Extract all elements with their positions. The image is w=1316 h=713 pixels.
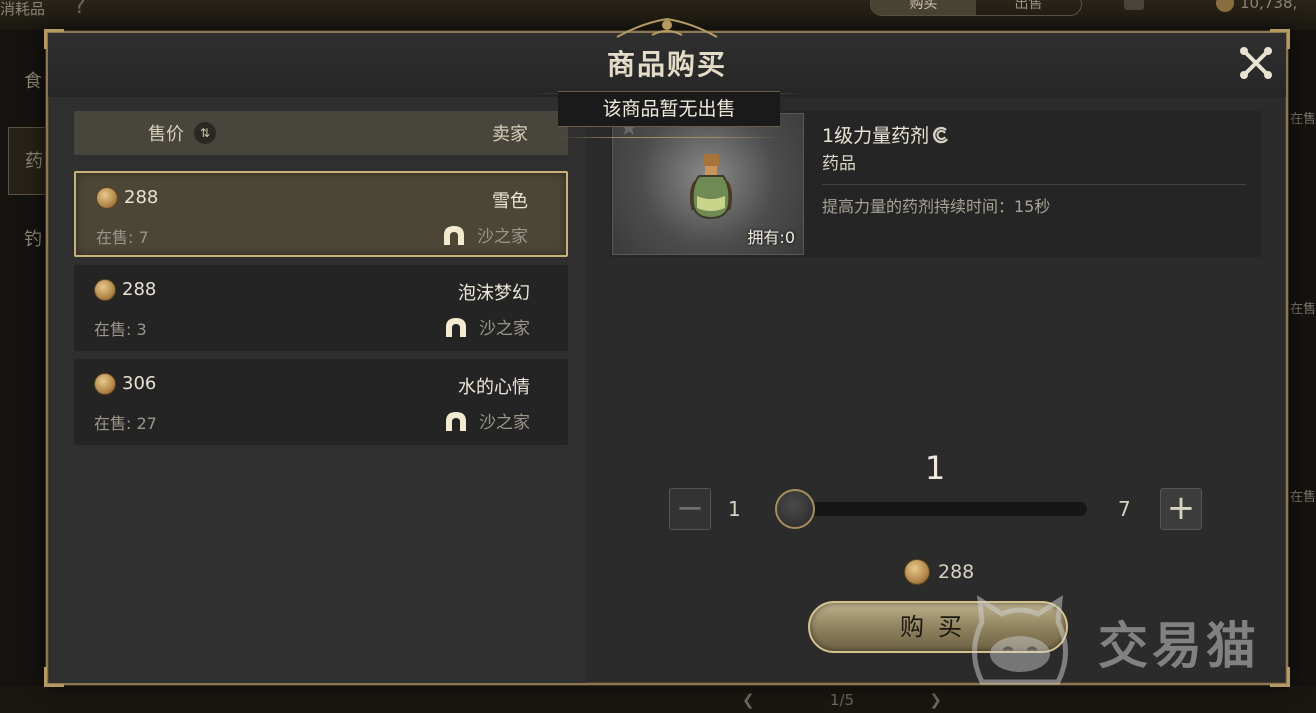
total-price: 288 xyxy=(904,559,974,585)
item-divider xyxy=(822,184,1246,185)
listing-price: 288 xyxy=(124,187,159,208)
listing-seller: 泡沫梦幻 xyxy=(458,283,530,304)
close-button[interactable] xyxy=(1236,43,1276,83)
coin-icon xyxy=(904,559,930,585)
sidebar-item-fishing[interactable]: 钓 xyxy=(8,206,48,274)
increase-quantity-button[interactable]: + xyxy=(1160,488,1202,530)
bg-category-label: 消耗品 xyxy=(0,0,46,18)
guild-emblem-icon xyxy=(444,225,464,245)
guild-name: 沙之家 xyxy=(477,227,528,247)
purchase-dialog: 商品购买 售价 ⇅ 卖家 288 雪色 在售: 7 沙之家 288 泡沫梦幻 在… xyxy=(44,17,1290,687)
item-description: 提高力量的药剂持续时间：15秒 xyxy=(822,197,1051,216)
listing-stock: 在售: 3 xyxy=(94,320,147,339)
sort-arrows-icon: ⇅ xyxy=(194,122,216,144)
listing-stock: 在售: 27 xyxy=(94,414,157,433)
slider-handle[interactable] xyxy=(775,489,815,529)
coin-icon xyxy=(96,187,118,209)
total-price-value: 288 xyxy=(938,561,975,583)
sidebar-item-medicine[interactable]: 药 xyxy=(8,127,48,195)
price-sort-button[interactable]: 售价 ⇅ xyxy=(148,120,216,146)
item-image[interactable]: ★ 拥有:0 xyxy=(612,113,804,255)
tab-buy[interactable]: 购买 xyxy=(871,0,976,15)
listing-stock: 在售: 7 xyxy=(96,228,149,247)
listing-row[interactable]: 288 泡沫梦幻 在售: 3 沙之家 xyxy=(74,265,568,351)
sidebar-item-food[interactable]: 食 xyxy=(8,48,48,116)
watermark-text: 交易猫 xyxy=(1098,617,1260,675)
item-name-text: 1级力量药剂 xyxy=(822,125,930,147)
item-type: 药品 xyxy=(822,154,856,174)
pager: ❮ 1/5 ❯ xyxy=(742,686,942,713)
quantity-value: 1 xyxy=(924,449,946,487)
listing-guild: 沙之家 xyxy=(441,222,528,247)
page-indicator: 1/5 xyxy=(829,690,855,709)
owned-count: 拥有:0 xyxy=(747,228,795,247)
guild-name: 沙之家 xyxy=(479,319,530,339)
listing-guild: 沙之家 xyxy=(443,408,530,433)
tab-sell[interactable]: 出售 xyxy=(976,0,1081,15)
guild-name: 沙之家 xyxy=(479,413,530,433)
listing-seller: 雪色 xyxy=(492,191,528,212)
dialog-header: 商品购买 xyxy=(48,17,1286,97)
guild-emblem-icon xyxy=(446,411,466,431)
bound-item-icon xyxy=(933,126,949,143)
slider-min-label: 1 xyxy=(728,497,741,521)
seller-column-label: 卖家 xyxy=(492,124,528,145)
listing-seller: 水的心情 xyxy=(458,377,530,398)
lock-icon[interactable] xyxy=(1124,0,1144,10)
guild-emblem-icon xyxy=(446,317,466,337)
item-name: 1级力量药剂 xyxy=(822,121,950,148)
next-page-icon[interactable]: ❯ xyxy=(929,691,942,709)
potion-bottle-icon xyxy=(689,154,733,220)
listing-panel: 售价 ⇅ 卖家 288 雪色 在售: 7 沙之家 288 泡沫梦幻 在售: 3 xyxy=(50,97,586,683)
no-sale-tooltip: 该商品暂无出售 xyxy=(558,91,780,138)
header-ornament-icon xyxy=(616,17,718,38)
bg-on-sale-label: 在售 xyxy=(1290,302,1316,317)
dialog-title: 商品购买 xyxy=(606,48,727,81)
price-column-label: 售价 xyxy=(148,124,184,145)
listing-price: 288 xyxy=(122,279,157,300)
listing-row[interactable]: 306 水的心情 在售: 27 沙之家 xyxy=(74,359,568,445)
slider-max-label: 7 xyxy=(1118,497,1131,521)
gold-amount: 10,738, xyxy=(1240,0,1298,12)
listing-price: 306 xyxy=(122,373,157,394)
close-x-icon xyxy=(1240,47,1272,79)
bg-on-sale-label: 在售 xyxy=(1290,490,1316,505)
decrease-quantity-button[interactable]: − xyxy=(669,488,711,530)
listing-header: 售价 ⇅ 卖家 xyxy=(74,111,568,155)
coin-icon xyxy=(94,373,116,395)
listing-row[interactable]: 288 雪色 在售: 7 沙之家 xyxy=(74,171,568,257)
prev-page-icon[interactable]: ❮ xyxy=(742,691,755,709)
bg-on-sale-label: 在售 xyxy=(1290,112,1316,127)
quantity-slider[interactable] xyxy=(775,489,1088,529)
market-tabs: 购买 出售 xyxy=(870,0,1082,16)
item-info-card: ★ 拥有:0 1级力量药剂 药品 提高力量的药剂持续时间：15秒 xyxy=(610,111,1262,257)
coin-icon xyxy=(94,279,116,301)
listing-guild: 沙之家 xyxy=(443,314,530,339)
help-icon[interactable]: ? xyxy=(74,0,86,19)
